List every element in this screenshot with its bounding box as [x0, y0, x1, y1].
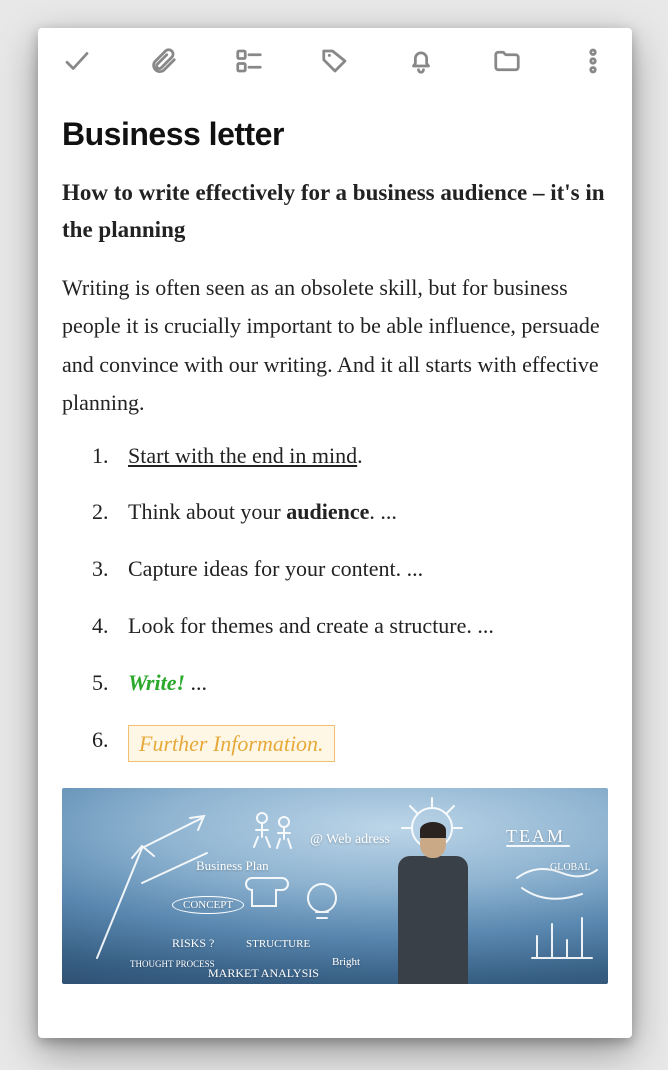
note-paragraph: Writing is often seen as an obsolete ski… — [62, 269, 608, 423]
doodle-business-plan: Business Plan — [196, 858, 269, 874]
doodle-market-analysis: MARKET ANALYSIS — [208, 966, 319, 981]
more-icon[interactable] — [576, 44, 610, 78]
note-body[interactable]: How to write effectively for a business … — [38, 175, 632, 762]
doodle-lines — [62, 788, 608, 984]
doodle-global: GLOBAL — [550, 862, 591, 873]
step-1-link[interactable]: Start with the end in mind — [128, 443, 357, 468]
doodle-team: TEAM — [506, 826, 565, 847]
bell-icon[interactable] — [404, 44, 438, 78]
check-icon[interactable] — [60, 44, 94, 78]
step-1: 1. Start with the end in mind. — [128, 441, 608, 472]
doodle-bright: Bright — [332, 956, 360, 968]
step-2: 2. Think about your audience. ... — [128, 497, 608, 528]
step-5: 5. Write! ... — [128, 668, 608, 699]
step-4: 4. Look for themes and create a structur… — [128, 611, 608, 642]
illustration-man — [372, 804, 492, 984]
further-info-box[interactable]: Further Information. — [128, 725, 335, 763]
tag-icon[interactable] — [318, 44, 352, 78]
step-3: 3. Capture ideas for your content. ... — [128, 554, 608, 585]
note-image: Business Plan CONCEPT RISKS ? STRUCTURE … — [62, 788, 608, 984]
step-6: 6. Further Information. — [128, 725, 608, 763]
note-card: Business letter How to write effectively… — [38, 28, 632, 1038]
note-toolbar — [38, 28, 632, 88]
paperclip-icon[interactable] — [146, 44, 180, 78]
doodle-risks: RISKS ? — [172, 936, 214, 951]
note-subtitle: How to write effectively for a business … — [62, 175, 608, 249]
doodle-thought-process: THOUGHT PROCESS — [130, 960, 215, 969]
steps-list: 1. Start with the end in mind. 2. Think … — [62, 441, 608, 763]
checklist-icon[interactable] — [232, 44, 266, 78]
folder-icon[interactable] — [490, 44, 524, 78]
doodle-structure: STRUCTURE — [246, 938, 310, 950]
note-title[interactable]: Business letter — [38, 116, 632, 153]
